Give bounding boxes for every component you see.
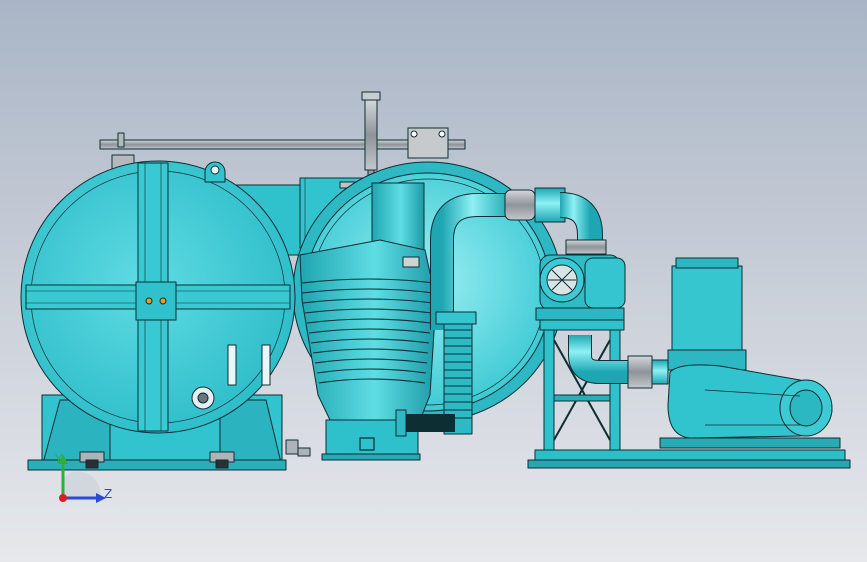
triad-origin [59, 494, 67, 502]
roots-booster-pump [535, 254, 626, 321]
rail-clamp [407, 127, 449, 159]
furnace-end-door [20, 160, 296, 471]
pump-base-plate [527, 449, 851, 469]
foreline-pipe [568, 335, 669, 389]
z-axis-label: Z [104, 487, 113, 501]
y-axis-label: Y [55, 452, 63, 466]
cad-viewport[interactable]: Y Z [0, 0, 867, 562]
vacuum-furnace-assembly-view [20, 91, 851, 471]
support-brackets [285, 439, 311, 457]
thermocouple-probe [361, 91, 381, 185]
rotary-vane-pump [659, 257, 841, 449]
coordinate-triad[interactable] [48, 440, 128, 512]
